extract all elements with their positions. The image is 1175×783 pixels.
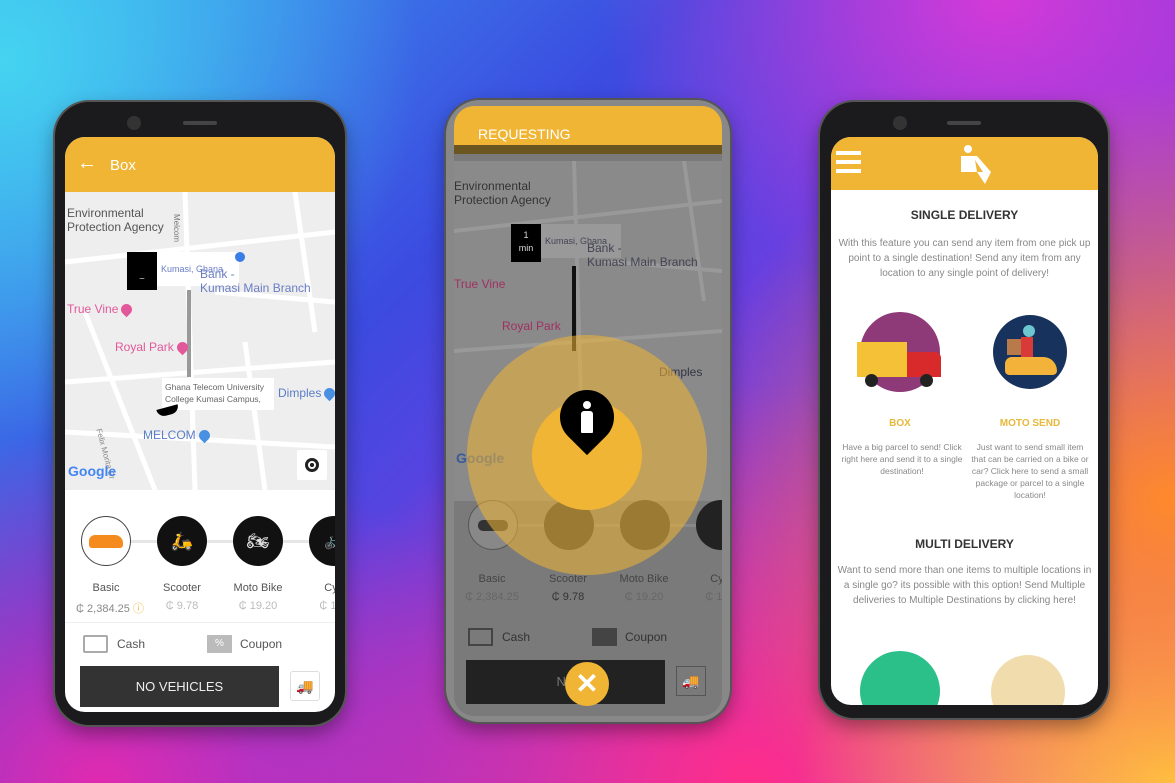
vehicle-label: Scooter bbox=[163, 582, 201, 594]
box-option-image[interactable] bbox=[857, 312, 941, 392]
vehicle-price: ₵ 19.20 bbox=[624, 591, 664, 603]
screen: Environmental Protection Agency 1 min Kuma… bbox=[454, 106, 722, 716]
moto-send-option-label[interactable]: MOTO SEND bbox=[970, 418, 1090, 429]
delivery-truck-icon: 🚚 bbox=[682, 673, 700, 689]
phone-mockup-requesting: Environmental Protection Agency 1 min Kuma… bbox=[446, 100, 730, 722]
google-logo: Google bbox=[68, 463, 117, 479]
map-label-road: Melcom bbox=[172, 214, 181, 243]
delivery-truck-icon: 🚚 bbox=[296, 678, 314, 694]
cash-icon bbox=[468, 628, 493, 646]
vehicle-price: ₵ 2,384.25 bbox=[465, 591, 519, 603]
phone-mockup-home: SINGLE DELIVERY With this feature you ca… bbox=[820, 102, 1108, 718]
single-delivery-description: With this feature you can send any item … bbox=[838, 238, 1091, 279]
page-title: Box bbox=[110, 157, 136, 174]
speaker bbox=[947, 121, 981, 125]
coupon-icon: % bbox=[207, 635, 232, 653]
close-icon: ✕ bbox=[575, 668, 599, 699]
hamburger-menu-icon[interactable] bbox=[836, 151, 861, 173]
eta-box: _ bbox=[127, 252, 157, 290]
vehicle-label: Cy bbox=[324, 582, 335, 594]
map-view[interactable]: Environmental Protection Agency Melcom _ … bbox=[65, 192, 335, 490]
map-label-melcom: MELCOM bbox=[143, 428, 212, 444]
payment-coupon: Coupon bbox=[592, 628, 667, 646]
multi-delivery-description[interactable]: Want to send more than one items to mult… bbox=[837, 563, 1092, 608]
vehicle-cycle bbox=[696, 500, 722, 550]
app-logo-icon bbox=[961, 145, 991, 184]
payment-coupon[interactable]: % Coupon bbox=[207, 635, 282, 653]
map-label-bank: Bank - Kumasi Main Branch bbox=[200, 267, 311, 295]
app-header: ← Box bbox=[65, 137, 335, 192]
cash-icon bbox=[83, 635, 108, 653]
pickup-pin-icon bbox=[235, 252, 245, 262]
info-icon: ⓘ bbox=[132, 603, 144, 615]
bicycle-icon: 🚲 bbox=[324, 533, 335, 550]
map-label-dimples: Dimples bbox=[278, 386, 335, 402]
no-vehicles-button[interactable]: NO VEHICLES bbox=[80, 666, 279, 707]
coupon-icon bbox=[592, 628, 617, 646]
vehicle-label: Moto Bike bbox=[619, 573, 669, 585]
box-option-label[interactable]: BOX bbox=[840, 418, 960, 429]
vehicle-price: ₵ 2,384.25 ⓘ bbox=[76, 603, 144, 615]
cancel-request-button[interactable]: ✕ bbox=[565, 662, 609, 706]
moto-send-option-image[interactable] bbox=[993, 315, 1067, 389]
single-delivery-title: SINGLE DELIVERY bbox=[910, 208, 1019, 222]
truck-icon bbox=[857, 342, 907, 377]
vehicle-label: Cy bbox=[710, 573, 722, 585]
vehicle-basic[interactable] bbox=[81, 516, 131, 566]
vehicle-cycle[interactable]: 🚲 bbox=[309, 516, 335, 566]
vehicle-price: ₵ 9.78 bbox=[551, 591, 585, 603]
vehicle-scooter[interactable]: 🛵 bbox=[157, 516, 207, 566]
multi-moto-option-image[interactable] bbox=[991, 655, 1065, 705]
app-header bbox=[831, 137, 1098, 190]
scooter-icon: 🛵 bbox=[170, 530, 194, 551]
schedule-delivery-button: 🚚 bbox=[676, 666, 706, 696]
page-title: REQUESTING bbox=[478, 126, 571, 142]
map-label-true-vine: True Vine bbox=[454, 277, 506, 291]
scooter-rider-icon bbox=[1005, 357, 1057, 375]
moto-send-option-description: Just want to send small item that can be… bbox=[971, 442, 1089, 500]
person-icon bbox=[579, 401, 595, 433]
schedule-delivery-button[interactable]: 🚚 bbox=[290, 671, 320, 701]
car-icon bbox=[89, 534, 123, 548]
back-arrow-icon[interactable]: ← bbox=[77, 152, 97, 175]
multi-delivery-title: MULTI DELIVERY bbox=[915, 537, 1014, 551]
vehicle-label: Scooter bbox=[549, 573, 587, 585]
map-label-royal-park: Royal Park bbox=[502, 319, 561, 333]
vehicle-price: ₵ 9.78 bbox=[165, 600, 199, 612]
map-label-royal-park: Royal Park bbox=[115, 340, 190, 356]
payment-cash: Cash bbox=[468, 628, 530, 646]
crosshair-icon bbox=[305, 458, 319, 472]
payment-cash[interactable]: Cash bbox=[83, 635, 145, 653]
eta-box: 1 min bbox=[511, 224, 541, 262]
vehicle-price: ₵ 13 bbox=[705, 591, 722, 603]
motorbike-icon: 🏍 bbox=[246, 530, 270, 551]
map-label-bank: Bank - Kumasi Main Branch bbox=[587, 241, 698, 269]
box-option-description: Have a big parcel to send! Click right h… bbox=[841, 442, 963, 476]
phone-mockup-box: ← Box Environmental Protection Agency Mel… bbox=[55, 102, 345, 725]
app-header: REQUESTING bbox=[454, 106, 722, 154]
map-label-epa: Environmental Protection Agency bbox=[67, 206, 164, 234]
camera bbox=[127, 116, 141, 130]
divider bbox=[65, 622, 335, 623]
vehicle-label: Moto Bike bbox=[233, 582, 283, 594]
screen: ← Box Environmental Protection Agency Mel… bbox=[65, 137, 335, 712]
map-label-true-vine: True Vine bbox=[67, 302, 135, 318]
vehicle-label: Basic bbox=[478, 573, 506, 585]
multi-box-option-image[interactable] bbox=[860, 651, 940, 705]
vehicle-track bbox=[105, 540, 335, 543]
vehicle-label: Basic bbox=[92, 582, 120, 594]
my-location-button[interactable] bbox=[297, 450, 327, 480]
speaker bbox=[183, 121, 217, 125]
dropoff-address-label: Ghana Telecom University College Kumasi C… bbox=[162, 378, 274, 410]
vehicle-price: ₵ 19.20 bbox=[238, 600, 278, 612]
screen: SINGLE DELIVERY With this feature you ca… bbox=[831, 137, 1098, 705]
map-label-epa: Environmental Protection Agency bbox=[454, 179, 551, 207]
vehicle-moto-bike[interactable]: 🏍 bbox=[233, 516, 283, 566]
vehicle-price: ₵ 13 bbox=[319, 600, 335, 612]
camera bbox=[893, 116, 907, 130]
